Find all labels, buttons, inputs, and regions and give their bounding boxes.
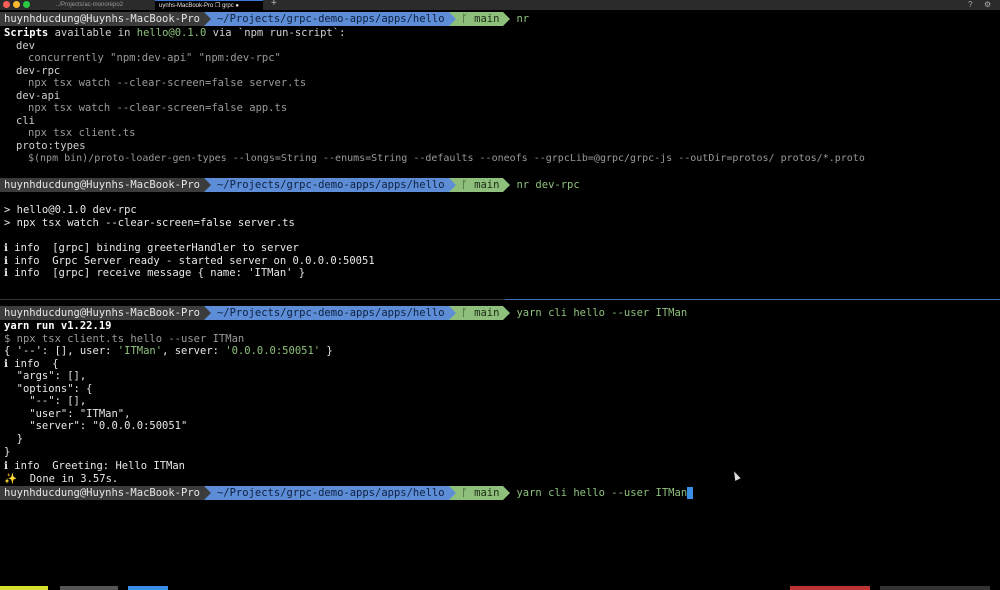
prompt-user: huynhducdung@Huynhs-MacBook-Pro <box>0 178 204 192</box>
powerline-separator <box>203 306 211 320</box>
help-icon[interactable]: ? <box>968 0 972 9</box>
terminal-pane-2[interactable]: huynhducdung@Huynhs-MacBook-Pro ~/Projec… <box>0 300 1000 584</box>
log-line: ✨ Done in 3.57s. <box>4 473 119 485</box>
powerline-separator <box>448 12 456 26</box>
powerline-separator <box>503 486 511 500</box>
output-line: Scripts available in hello@0.1.0 via `np… <box>4 27 346 39</box>
command-text: nr <box>516 13 530 25</box>
minimize-window-button[interactable] <box>13 1 20 8</box>
tab-grpc[interactable]: uynhs-MacBook-Pro ❐ grpc ● <box>155 0 263 10</box>
powerline-separator <box>203 12 211 26</box>
text-cursor <box>687 487 694 499</box>
prompt-directory: ~/Projects/grpc-demo-apps/apps/hello <box>210 12 449 26</box>
zoom-window-button[interactable] <box>23 1 30 8</box>
prompt-git-branch: ᚴ main <box>455 12 504 26</box>
output-line: > npx tsx watch --clear-screen=false ser… <box>4 217 295 229</box>
command-text: yarn cli hello --user ITMan <box>516 307 688 319</box>
powerline-separator <box>503 178 511 192</box>
tab-label: ../Projects/ac-monorepo2 <box>56 2 124 8</box>
powerline-separator <box>203 178 211 192</box>
tab-ac-monorepo2[interactable]: ../Projects/ac-monorepo2 <box>52 0 158 10</box>
json-line: } <box>4 446 11 458</box>
prompt-user: huynhducdung@Huynhs-MacBook-Pro <box>0 486 204 500</box>
command-text: nr dev-rpc <box>516 179 580 191</box>
powerline-separator <box>448 306 456 320</box>
json-line: "--": [], <box>4 395 87 407</box>
prompt-user: huynhducdung@Huynhs-MacBook-Pro <box>0 306 204 320</box>
script-command: $(npm bin)/proto-loader-gen-types --long… <box>28 153 865 164</box>
output-line: > hello@0.1.0 dev-rpc <box>4 204 137 216</box>
powerline-separator <box>503 306 511 320</box>
shell-prompt: huynhducdung@Huynhs-MacBook-Pro ~/Projec… <box>0 486 694 500</box>
terminal-pane-1[interactable]: huynhducdung@Huynhs-MacBook-Pro ~/Projec… <box>0 10 1000 299</box>
powerline-separator <box>448 178 456 192</box>
script-command: npx tsx client.ts <box>28 127 136 139</box>
shell-prompt: huynhducdung@Huynhs-MacBook-Pro ~/Projec… <box>0 306 687 320</box>
powerline-separator <box>503 12 511 26</box>
close-window-button[interactable] <box>3 1 10 8</box>
output-line: { '--': [], user: 'ITMan', server: '0.0.… <box>4 345 333 357</box>
powerline-separator <box>448 486 456 500</box>
shell-prompt: huynhducdung@Huynhs-MacBook-Pro ~/Projec… <box>0 12 529 26</box>
prompt-directory: ~/Projects/grpc-demo-apps/apps/hello <box>210 178 449 192</box>
status-bar <box>0 586 1000 590</box>
tab-label: uynhs-MacBook-Pro ❐ grpc ● <box>159 3 240 9</box>
prompt-directory: ~/Projects/grpc-demo-apps/apps/hello <box>210 486 449 500</box>
log-line: ℹ info [grpc] binding greeterHandler to … <box>4 242 299 254</box>
prompt-git-branch: ᚴ main <box>455 178 504 192</box>
script-command: npx tsx watch --clear-screen=false serve… <box>28 77 307 89</box>
script-command: npx tsx watch --clear-screen=false app.t… <box>28 102 288 114</box>
prompt-user: huynhducdung@Huynhs-MacBook-Pro <box>0 12 204 26</box>
log-line: ℹ info [grpc] receive message { name: 'I… <box>4 267 306 279</box>
prompt-directory: ~/Projects/grpc-demo-apps/apps/hello <box>210 306 449 320</box>
tab-bar: ../Projects/ac-monorepo2 uynhs-MacBook-P… <box>0 0 1000 10</box>
output-line: yarn run v1.22.19 <box>4 320 112 332</box>
log-line: ℹ info Greeting: Hello ITMan <box>4 460 185 472</box>
prompt-git-branch: ᚴ main <box>455 306 504 320</box>
new-tab-button[interactable]: + <box>271 0 277 9</box>
powerline-separator <box>203 486 211 500</box>
script-command: concurrently "npm:dev-api" "npm:dev-rpc" <box>28 52 281 64</box>
settings-icon[interactable]: ⚙ <box>984 0 991 9</box>
json-line: } <box>4 433 23 445</box>
shell-prompt: huynhducdung@Huynhs-MacBook-Pro ~/Projec… <box>0 178 580 192</box>
command-input[interactable]: yarn cli hello --user ITMan <box>516 487 687 499</box>
prompt-git-branch: ᚴ main <box>455 486 504 500</box>
json-line: "args": [], <box>4 370 87 382</box>
json-line: "server": "0.0.0.0:50051" <box>4 420 188 432</box>
